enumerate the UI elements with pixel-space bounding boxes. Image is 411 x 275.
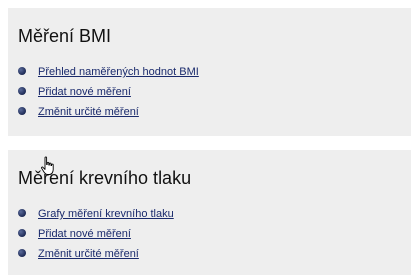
bmi-edit-measurement-link[interactable]: Změnit určité měření bbox=[38, 106, 139, 118]
bullet-icon bbox=[18, 67, 26, 75]
bmi-add-measurement-link[interactable]: Přidat nové měření bbox=[38, 86, 131, 98]
list-item: Grafy měření krevního tlaku bbox=[18, 205, 174, 225]
bullet-icon bbox=[18, 249, 26, 257]
list-item: Změnit určité měření bbox=[18, 245, 174, 265]
list-item: Přidat nové měření bbox=[18, 225, 174, 245]
bullet-icon bbox=[18, 107, 26, 115]
list-item: Změnit určité měření bbox=[18, 103, 199, 123]
bmi-overview-link[interactable]: Přehled naměřených hodnot BMI bbox=[38, 66, 199, 78]
list-item: Přehled naměřených hodnot BMI bbox=[18, 63, 199, 83]
blood-pressure-panel: Měření krevního tlaku Grafy měření krevn… bbox=[8, 150, 411, 275]
bullet-icon bbox=[18, 229, 26, 237]
list-item: Přidat nové měření bbox=[18, 83, 199, 103]
bullet-icon bbox=[18, 87, 26, 95]
page: Měření BMI Přehled naměřených hodnot BMI… bbox=[0, 0, 411, 275]
hand-pointer-icon bbox=[41, 156, 54, 175]
bmi-section-title: Měření BMI bbox=[18, 26, 112, 46]
blood-pressure-add-measurement-link[interactable]: Přidat nové měření bbox=[38, 228, 131, 240]
blood-pressure-link-list: Grafy měření krevního tlaku Přidat nové … bbox=[18, 205, 174, 265]
blood-pressure-charts-link[interactable]: Grafy měření krevního tlaku bbox=[38, 208, 174, 220]
bmi-link-list: Přehled naměřených hodnot BMI Přidat nov… bbox=[18, 63, 199, 123]
bmi-panel: Měření BMI Přehled naměřených hodnot BMI… bbox=[8, 8, 411, 136]
blood-pressure-edit-measurement-link[interactable]: Změnit určité měření bbox=[38, 248, 139, 260]
bullet-icon bbox=[18, 209, 26, 217]
